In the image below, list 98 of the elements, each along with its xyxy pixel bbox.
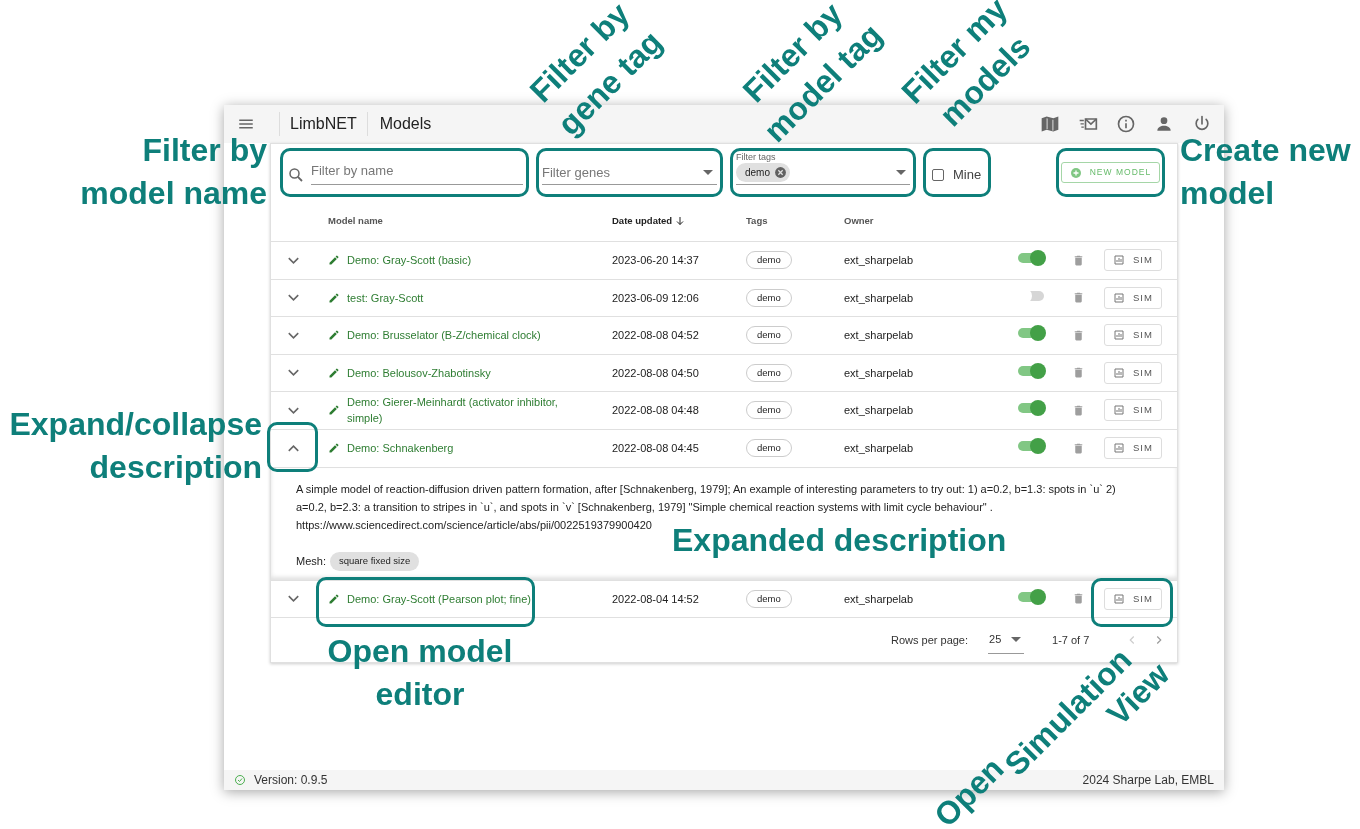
owner-text: ext_sharpelab xyxy=(844,592,914,605)
owner-text: ext_sharpelab xyxy=(844,254,914,266)
tags-dropdown[interactable]: Filter tags demo xyxy=(736,152,910,185)
trash-icon[interactable] xyxy=(1072,592,1085,606)
owner-text: ext_sharpelab xyxy=(844,404,914,416)
info-icon[interactable] xyxy=(1116,114,1136,134)
page-range-text: 1-7 of 7 xyxy=(1052,632,1090,648)
callout-frame xyxy=(267,422,318,472)
book-icon[interactable] xyxy=(1040,114,1060,134)
annotation-text: Expand/collapse description xyxy=(9,405,262,487)
date-text: 2022-08-08 04:48 xyxy=(612,404,699,416)
credit-text: 2024 Sharpe Lab, EMBL xyxy=(1082,773,1215,789)
model-link[interactable]: Demo: Schnakenberg xyxy=(347,440,575,456)
chevron-down-icon[interactable] xyxy=(288,256,299,264)
trash-icon[interactable] xyxy=(1072,291,1085,305)
date-text: 2022-08-08 04:52 xyxy=(612,329,699,341)
model-link[interactable]: Demo: Belousov-Zhabotinsky xyxy=(347,364,575,381)
pencil-icon[interactable] xyxy=(328,592,340,605)
annotation-text: Create new model xyxy=(1180,131,1351,213)
trash-icon[interactable] xyxy=(1072,328,1085,342)
pencil-icon[interactable] xyxy=(328,254,340,267)
chart-icon xyxy=(1113,592,1125,605)
model-link[interactable]: Demo: Brusselator (B-Z/chemical clock) xyxy=(347,327,575,344)
public-switch[interactable] xyxy=(1016,588,1046,605)
owner-text: ext_sharpelab xyxy=(844,329,914,341)
caret-icon xyxy=(703,169,713,175)
column-header[interactable]: Owner xyxy=(844,213,874,229)
chart-icon xyxy=(1113,404,1125,417)
date-text: 2022-08-08 04:50 xyxy=(612,366,699,379)
page-title: Models xyxy=(378,114,433,134)
owner-text: ext_sharpelab xyxy=(844,441,914,454)
mine-checkbox[interactable]: Mine xyxy=(932,164,982,185)
remove-icon[interactable] xyxy=(774,166,787,179)
version-text: Version: 0.9.5 xyxy=(254,772,328,789)
annotation-text: Filter by model name xyxy=(80,131,267,213)
annotation-text: Expanded description xyxy=(672,521,1007,560)
trash-icon[interactable] xyxy=(1072,253,1085,267)
chevron-up-icon[interactable] xyxy=(288,444,299,452)
checkbox[interactable] xyxy=(932,168,944,181)
chevron-down-icon[interactable] xyxy=(288,369,299,377)
pencil-icon[interactable] xyxy=(328,291,340,304)
plus-icon xyxy=(1069,166,1082,179)
date-text: 2023-06-20 14:37 xyxy=(612,254,699,266)
pencil-icon[interactable] xyxy=(328,404,340,417)
trash-icon[interactable] xyxy=(1072,441,1085,455)
chart-icon xyxy=(1113,329,1125,342)
chart-icon xyxy=(1113,366,1125,379)
chart-icon xyxy=(1113,254,1125,267)
rows-per-page-label: Rows per page: xyxy=(891,632,969,648)
genes-dropdown[interactable]: Filter genes xyxy=(542,162,717,185)
mesh-chip: square fixed size xyxy=(329,551,420,571)
model-link[interactable]: Demo: Gray-Scott (Pearson plot; fine) xyxy=(347,590,575,607)
search-icon xyxy=(287,166,305,184)
model-link[interactable]: Demo: Gray-Scott (basic) xyxy=(347,252,575,269)
sim-button[interactable]: SIM xyxy=(1104,437,1162,459)
genes-input[interactable]: Filter genes xyxy=(542,162,699,182)
chevron-down-icon[interactable] xyxy=(288,595,299,603)
app-title: LimbNET xyxy=(289,114,358,134)
check-circle-icon xyxy=(234,774,246,786)
model-link[interactable]: test: Gray-Scott xyxy=(347,289,575,306)
public-switch[interactable] xyxy=(1016,250,1046,266)
date-text: 2022-08-04 14:52 xyxy=(612,592,699,605)
public-switch[interactable] xyxy=(1016,437,1046,454)
sim-button[interactable]: SIM xyxy=(1104,249,1162,272)
sim-button[interactable]: SIM xyxy=(1104,361,1162,384)
tag-chip[interactable]: demo xyxy=(736,163,790,182)
owner-text: ext_sharpelab xyxy=(844,291,914,304)
owner-text: ext_sharpelab xyxy=(844,366,914,379)
column-header[interactable]: Tags xyxy=(746,213,768,229)
pencil-icon[interactable] xyxy=(328,366,340,379)
chart-icon xyxy=(1113,442,1125,454)
trash-icon[interactable] xyxy=(1072,366,1085,380)
trash-icon[interactable] xyxy=(1072,403,1085,417)
public-switch[interactable] xyxy=(1016,400,1046,416)
rows-per-page-dropdown[interactable]: 25 xyxy=(988,626,1025,654)
date-text: 2022-08-08 04:45 xyxy=(612,441,699,454)
caret-icon xyxy=(896,170,906,175)
sim-button[interactable]: SIM xyxy=(1104,286,1162,309)
pencil-icon[interactable] xyxy=(328,329,340,342)
pencil-icon[interactable] xyxy=(328,442,340,454)
caret-icon xyxy=(1011,637,1022,642)
chevron-down-icon[interactable] xyxy=(288,294,299,302)
mesh-label: Mesh: xyxy=(296,553,326,569)
column-header[interactable]: Date updated xyxy=(612,213,673,229)
user-icon[interactable] xyxy=(1154,114,1174,134)
sim-button[interactable]: SIM xyxy=(1104,587,1162,610)
chevron-down-icon[interactable] xyxy=(288,406,299,414)
sim-button[interactable]: SIM xyxy=(1104,324,1162,347)
chevron-down-icon[interactable] xyxy=(288,331,299,339)
chart-icon xyxy=(1113,291,1125,304)
annotation-text: Open model editor xyxy=(327,632,513,714)
field-label: Filter tags xyxy=(736,152,777,163)
sim-button[interactable]: SIM xyxy=(1104,399,1162,422)
model-link[interactable]: Demo: Gierer-Meinhardt (activator inhibitor, simple) xyxy=(347,394,575,427)
column-header[interactable]: Model name xyxy=(328,213,383,229)
public-switch[interactable] xyxy=(1016,325,1046,341)
date-text: 2023-06-09 12:06 xyxy=(612,291,699,304)
public-switch[interactable] xyxy=(1016,362,1046,379)
